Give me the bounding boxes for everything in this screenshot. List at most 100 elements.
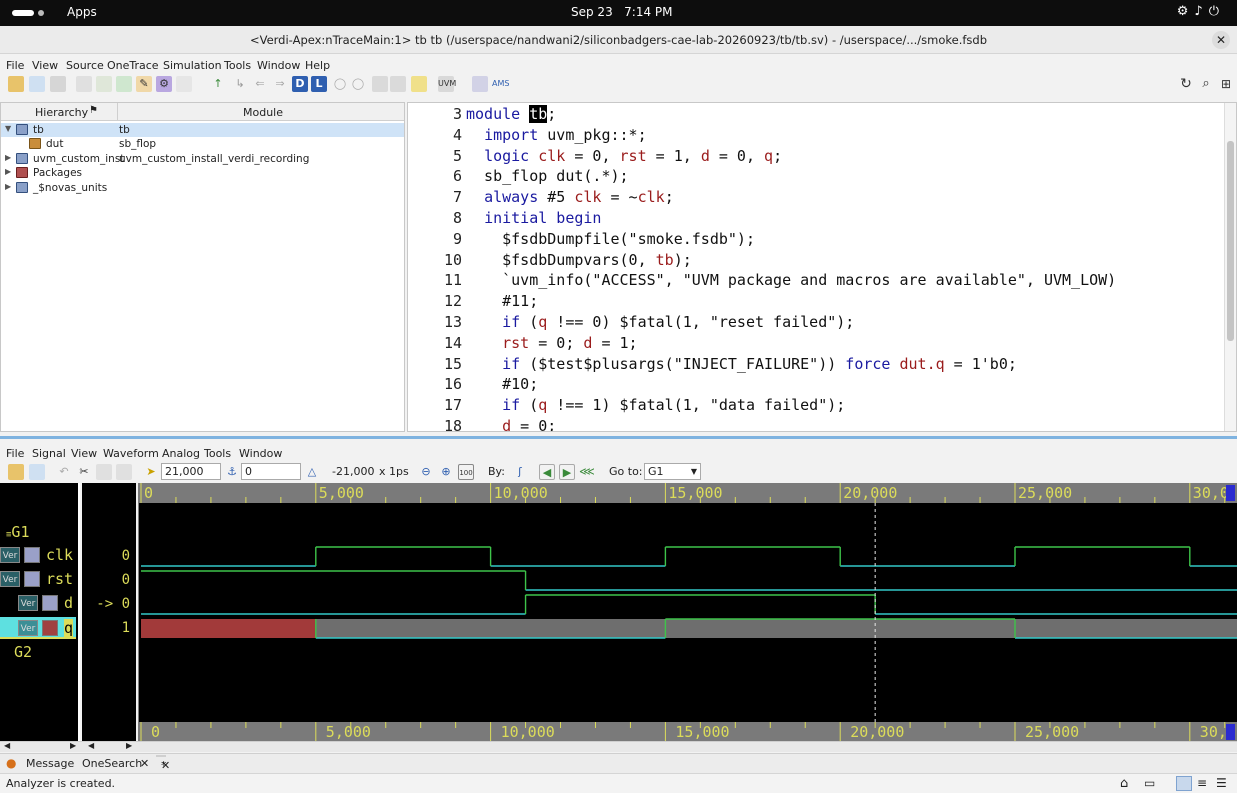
line-number[interactable]: 3 xyxy=(408,104,462,124)
up-circle-icon[interactable]: ◯ xyxy=(332,76,348,92)
system-tray[interactable]: ⚙♪⏻ xyxy=(1177,4,1225,19)
menu-source[interactable]: Source xyxy=(66,59,104,72)
code-vertical-scrollbar[interactable] xyxy=(1224,103,1236,431)
wave-menu-file[interactable]: File xyxy=(6,447,24,460)
layout-icon[interactable] xyxy=(50,76,66,92)
home-icon[interactable]: ⌂ xyxy=(1120,776,1128,791)
tree-item-novas-units[interactable]: ▶ _$novas_units xyxy=(1,181,404,195)
add-signal-icon[interactable] xyxy=(29,464,45,480)
code-line[interactable]: 7 always #5 clk = ~clk; xyxy=(408,187,1226,207)
source-code-panel[interactable]: 3 module tb; 4 import uvm_pkg::*; 5 logic c… xyxy=(407,102,1237,432)
cursor-time-input[interactable]: 21,000 xyxy=(161,463,221,480)
back-icon[interactable]: ⇐ xyxy=(252,76,268,92)
tree-item-uvm-custom-inst[interactable]: ▶ uvm_custom_inst uvm_custom_install_ver… xyxy=(1,152,404,166)
cursor-icon[interactable]: ➤ xyxy=(143,464,159,480)
paste-icon[interactable] xyxy=(116,464,132,480)
line-number[interactable]: 14 xyxy=(408,333,462,353)
line-number[interactable]: 13 xyxy=(408,312,462,332)
filter-icon[interactable]: ⚑ xyxy=(89,105,98,116)
close-window-button[interactable]: ✕ xyxy=(1212,31,1230,49)
debug-icon[interactable] xyxy=(472,76,488,92)
expand-arrow-icon[interactable]: ▶ xyxy=(5,153,11,162)
code-line[interactable]: 9 $fsdbDumpfile("smoke.fsdb"); xyxy=(408,229,1226,249)
signal-value-pane[interactable]: 0 0 -> 0 1 xyxy=(82,483,136,741)
clock[interactable]: Sep 23 7:14 PM xyxy=(571,5,673,19)
grid-icon[interactable]: ⊞ xyxy=(1218,76,1234,92)
history-icon[interactable]: ↻ xyxy=(1178,76,1194,92)
run-icon[interactable] xyxy=(176,76,192,92)
code-line[interactable]: 16 #10; xyxy=(408,374,1226,394)
window-layout-icon[interactable]: ▭ xyxy=(1144,776,1155,790)
wave-menu-analog[interactable]: Analog xyxy=(162,447,200,460)
add-icon[interactable] xyxy=(116,76,132,92)
module-column-header[interactable]: Module xyxy=(243,106,283,119)
menu-onetrace[interactable]: OneTrace xyxy=(107,59,159,72)
workspace-indicator[interactable] xyxy=(12,10,34,16)
menu-help[interactable]: Help xyxy=(305,59,330,72)
pane-splitter[interactable] xyxy=(0,436,1237,439)
code-line[interactable]: 12 #11; xyxy=(408,291,1226,311)
menu-window[interactable]: Window xyxy=(257,59,300,72)
line-number[interactable]: 5 xyxy=(408,146,462,166)
next-edge-icon[interactable]: ▶ xyxy=(559,464,575,480)
wave-menu-waveform[interactable]: Waveform xyxy=(103,447,159,460)
tab-message[interactable]: Message xyxy=(26,757,74,770)
expand-arrow-icon[interactable]: ▶ xyxy=(5,167,11,176)
load-icon[interactable]: L xyxy=(311,76,327,92)
zoom-out-icon[interactable]: ⊖ xyxy=(418,464,434,480)
zoom-in-icon[interactable]: ⊕ xyxy=(438,464,454,480)
panel-toggle-icon[interactable] xyxy=(1176,776,1192,791)
code-line[interactable]: 10 $fsdbDumpvars(0, tb); xyxy=(408,250,1226,270)
marker-time-input[interactable]: 0 xyxy=(241,463,301,480)
menu-tools[interactable]: Tools xyxy=(224,59,251,72)
document-icon[interactable] xyxy=(96,76,112,92)
search-edge-icon[interactable]: ⋘ xyxy=(579,464,595,480)
open-icon[interactable] xyxy=(8,464,24,480)
wave-horizontal-scrollbar[interactable]: ◀ ▶ ◀ ▶ xyxy=(0,741,1237,752)
code-line[interactable]: 6 sb_flop dut(.*); xyxy=(408,166,1226,186)
line-number[interactable]: 9 xyxy=(408,229,462,249)
copy-icon[interactable] xyxy=(96,464,112,480)
undo-icon[interactable]: ↶ xyxy=(56,464,72,480)
signal-name-q[interactable]: q xyxy=(64,619,74,637)
menu-simulation[interactable]: Simulation xyxy=(163,59,222,72)
marker-icon[interactable]: ⚓ xyxy=(224,464,240,480)
scrollbar-thumb[interactable] xyxy=(1227,141,1234,341)
column-separator[interactable] xyxy=(117,103,118,121)
forward-icon[interactable]: ⇒ xyxy=(272,76,288,92)
code-line[interactable]: 4 import uvm_pkg::*; xyxy=(408,125,1226,145)
scroll-right-icon[interactable]: ▶ xyxy=(126,741,132,750)
code-line[interactable]: 17 if (q !== 1) $fatal(1, "data failed")… xyxy=(408,395,1226,415)
save-icon[interactable] xyxy=(411,76,427,92)
code-line[interactable]: 11 `uvm_info("ACCESS", "UVM package and … xyxy=(408,270,1226,290)
volume-icon[interactable]: ♪ xyxy=(1194,4,1208,19)
copy-icon[interactable] xyxy=(372,76,388,92)
tab-onesearch[interactable]: OneSearch xyxy=(82,757,142,770)
close-tab-icon[interactable]: ✕ xyxy=(140,757,149,770)
edit-icon[interactable]: ✎ xyxy=(136,76,152,92)
code-line[interactable]: 18 d = 0; xyxy=(408,416,1226,431)
tab-nwave[interactable]: *<nWave:2> smoke.fsdb ✕ xyxy=(156,755,227,793)
ams-icon[interactable]: AMS xyxy=(492,76,509,92)
scroll-left-icon[interactable]: ◀ xyxy=(4,741,10,750)
menu-icon[interactable]: ☰ xyxy=(1216,776,1227,790)
trace-down-icon[interactable]: ↳ xyxy=(232,76,248,92)
list-view-icon[interactable]: ≡ xyxy=(1197,776,1207,790)
tree-item-packages[interactable]: ▶ Packages xyxy=(1,166,404,180)
line-number[interactable]: 15 xyxy=(408,354,462,374)
workspace-dot[interactable] xyxy=(38,10,44,16)
line-number[interactable]: 18 xyxy=(408,416,462,431)
code-line[interactable]: 8 initial begin xyxy=(408,208,1226,228)
search-icon[interactable]: ⌕ xyxy=(1198,76,1214,92)
line-number[interactable]: 6 xyxy=(408,166,462,186)
hierarchy-column-header[interactable]: Hierarchy xyxy=(35,106,88,119)
power-icon[interactable]: ⏻ xyxy=(1209,4,1225,19)
zoom-fit-icon[interactable]: 100 xyxy=(458,464,474,480)
edge-select-icon[interactable]: ʃ xyxy=(512,464,528,480)
wave-menu-view[interactable]: View xyxy=(71,447,97,460)
group-g2[interactable]: G2 xyxy=(14,643,32,661)
waveform-svg[interactable]: 0 0 5,000 5,000 10,000 10,000 15,000 15,000 20,0… xyxy=(137,483,1237,741)
new-window-icon[interactable] xyxy=(29,76,45,92)
collapse-arrow-icon[interactable]: ▼ xyxy=(5,124,11,133)
menu-file[interactable]: File xyxy=(6,59,24,72)
